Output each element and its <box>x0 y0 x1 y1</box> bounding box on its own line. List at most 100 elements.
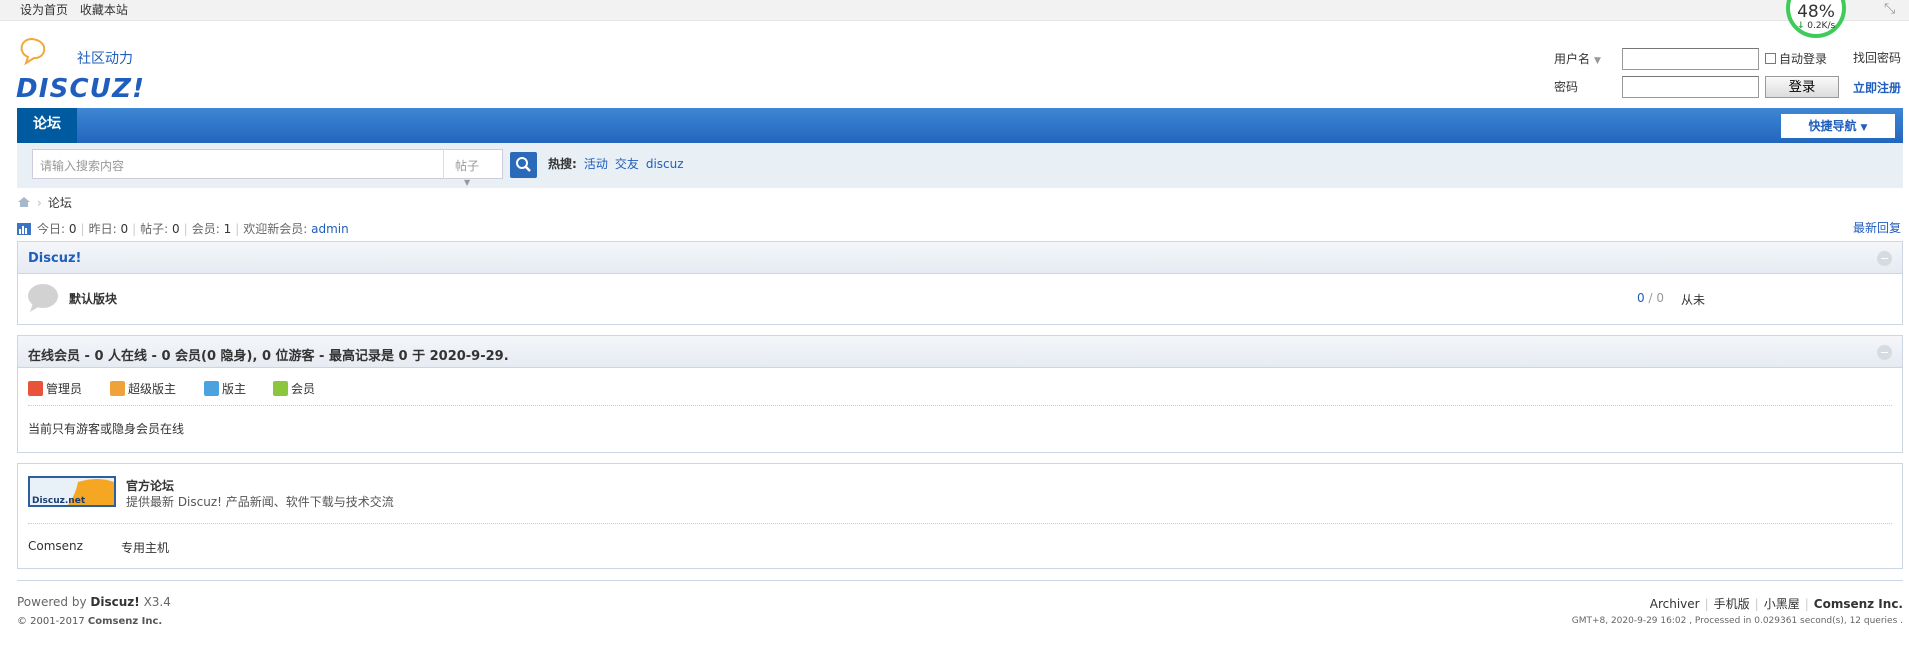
search-button[interactable] <box>510 152 537 178</box>
yesterday-label: 昨日: <box>88 222 117 236</box>
quick-nav-button[interactable]: 快捷导航 ▼ <box>1781 114 1895 138</box>
forum-name[interactable]: 默认版块 <box>69 290 117 307</box>
find-password-link[interactable]: 找回密码 <box>1853 49 1901 66</box>
mobile-link[interactable]: 手机版 <box>1714 597 1750 611</box>
download-arrow-icon: ↓ <box>1796 21 1805 31</box>
register-link[interactable]: 立即注册 <box>1853 79 1901 96</box>
friend-text-links: Comsenz 专用主机 <box>18 524 1902 568</box>
network-monitor-widget[interactable]: 48% ↓ 0.2K/s <box>1786 0 1846 38</box>
quick-nav-label: 快捷导航 <box>1808 119 1857 133</box>
password-label: 密码 <box>1554 80 1579 94</box>
today-label: 今日: <box>37 222 66 236</box>
friend-link-featured: Discuz.net 官方论坛 提供最新 Discuz! 产品新闻、软件下载与技… <box>28 464 1892 524</box>
hot-search-label: 热搜: <box>548 157 577 171</box>
divider: | <box>132 222 137 236</box>
archiver-link[interactable]: Archiver <box>1650 597 1700 611</box>
discuz-net-logo-text: Discuz.net <box>32 496 86 506</box>
friend-links-box: Discuz.net 官方论坛 提供最新 Discuz! 产品新闻、软件下载与技… <box>17 463 1903 569</box>
online-header: 在线会员 - 0 人在线 - 0 会员(0 隐身), 0 位游客 - 最高记录是… <box>18 336 1902 368</box>
breadcrumb-separator: › <box>37 196 42 210</box>
checkbox-icon <box>1765 53 1776 64</box>
collapse-icon[interactable]: ⤡ <box>1884 1 1895 17</box>
caret-down-icon: ▼ <box>1860 123 1868 133</box>
breadcrumb-current: 论坛 <box>47 196 72 210</box>
blacklist-link[interactable]: 小黑屋 <box>1764 597 1800 611</box>
network-percent: 48% <box>1797 2 1835 22</box>
network-speed: ↓ 0.2K/s <box>1790 21 1842 31</box>
version: X3.4 <box>143 595 171 609</box>
search-input[interactable]: 请输入搜索内容 <box>32 149 444 179</box>
top-bar: 设为首页 收藏本站 ⤡ <box>0 0 1909 21</box>
collapse-icon[interactable] <box>1877 251 1892 266</box>
search-type-value: 帖子 <box>455 159 480 173</box>
collapse-icon[interactable] <box>1877 345 1892 360</box>
powered-name-link[interactable]: Discuz! <box>90 595 139 609</box>
admin-user-icon <box>28 381 43 396</box>
stats-chart-icon <box>17 223 31 235</box>
legend-label: 管理员 <box>46 382 83 396</box>
set-home-link[interactable]: 设为首页 <box>20 3 68 17</box>
footer-links: Archiver | 手机版 | 小黑屋 | Comsenz Inc. <box>1650 595 1903 612</box>
username-type-select[interactable]: 用户名 ▼ <box>1554 50 1601 67</box>
newest-member-link[interactable]: admin <box>311 222 349 236</box>
posts-count: 0 <box>172 222 180 236</box>
nav-tab-forum[interactable]: 论坛 <box>17 108 77 143</box>
latest-replies-link[interactable]: 最新回复 <box>1853 219 1901 236</box>
today-count: 0 <box>68 222 77 236</box>
login-button[interactable]: 登录 <box>1765 76 1839 98</box>
logo-tagline: 社区动力 <box>77 51 133 67</box>
friend-text-link[interactable]: Comsenz <box>28 539 83 553</box>
username-label: 用户名 <box>1554 52 1591 66</box>
friend-link-title[interactable]: 官方论坛 <box>126 477 174 494</box>
powered-prefix: Powered by <box>17 595 87 609</box>
search-bar: 请输入搜索内容 帖子 ▼ 热搜: 活动 交友 discuz <box>17 143 1903 188</box>
divider: | <box>80 222 85 236</box>
chevron-down-icon: ▼ <box>1594 56 1601 66</box>
footer-divider <box>17 580 1903 581</box>
main-nav: 论坛 快捷导航 ▼ <box>17 108 1903 143</box>
welcome-label: 欢迎新会员: <box>243 222 308 236</box>
online-members-box: 在线会员 - 0 人在线 - 0 会员(0 隐身), 0 位游客 - 最高记录是… <box>17 335 1903 453</box>
super-moderator-user-icon <box>110 381 125 396</box>
forum-stats: 今日: 0 | 昨日: 0 | 帖子: 0 | 会员: 1 | 欢迎新会员: admin <box>17 220 349 237</box>
copyright: © 2001-2017 Comsenz Inc. <box>17 616 162 627</box>
footer-info: GMT+8, 2020-9-29 16:02 , Processed in 0.… <box>1571 616 1903 626</box>
legend-label: 版主 <box>222 382 247 396</box>
company-link[interactable]: Comsenz Inc. <box>88 616 162 627</box>
network-speed-value: 0.2K/s <box>1807 21 1836 31</box>
members-count: 1 <box>223 222 232 236</box>
forum-bubble-icon <box>28 284 58 312</box>
logo-wordmark: DISCUZ! <box>16 74 144 104</box>
count-separator: / <box>1648 291 1653 305</box>
comsenz-link[interactable]: Comsenz Inc. <box>1814 597 1903 611</box>
last-post: 从未 <box>1681 293 1706 307</box>
forum-row: 默认版块 0 / 0 从未 <box>18 274 1902 323</box>
member-user-icon <box>273 381 288 396</box>
hot-search-item[interactable]: 活动 <box>584 157 608 171</box>
site-logo[interactable]: 社区动力 DISCUZ! <box>16 35 156 105</box>
top-links: 设为首页 收藏本站 <box>20 1 136 18</box>
search-icon <box>516 157 531 172</box>
home-icon[interactable] <box>17 196 31 208</box>
bookmark-link[interactable]: 收藏本站 <box>80 3 128 17</box>
search-type-select[interactable]: 帖子 ▼ <box>443 149 503 187</box>
category-title[interactable]: Discuz! <box>28 251 81 266</box>
chevron-down-icon: ▼ <box>464 178 471 187</box>
hot-search-item[interactable]: discuz <box>646 157 684 171</box>
hot-search-item[interactable]: 交友 <box>615 157 639 171</box>
members-label: 会员: <box>191 222 220 236</box>
auto-login-checkbox[interactable]: 自动登录 <box>1765 50 1827 67</box>
divider: | <box>1754 597 1759 611</box>
friend-text-link[interactable]: 专用主机 <box>121 539 169 556</box>
divider: | <box>1704 597 1709 611</box>
post-count: 0 <box>1656 291 1664 305</box>
password-input[interactable] <box>1622 76 1759 98</box>
posts-label: 帖子: <box>140 222 169 236</box>
yesterday-count: 0 <box>120 222 129 236</box>
thread-count: 0 <box>1637 291 1645 305</box>
hot-search: 热搜: 活动 交友 discuz <box>548 155 684 172</box>
category-header: Discuz! <box>18 242 1902 274</box>
powered-by: Powered by Discuz! X3.4 <box>17 595 171 609</box>
username-input[interactable] <box>1622 48 1759 70</box>
discuz-net-logo[interactable]: Discuz.net <box>28 476 116 507</box>
